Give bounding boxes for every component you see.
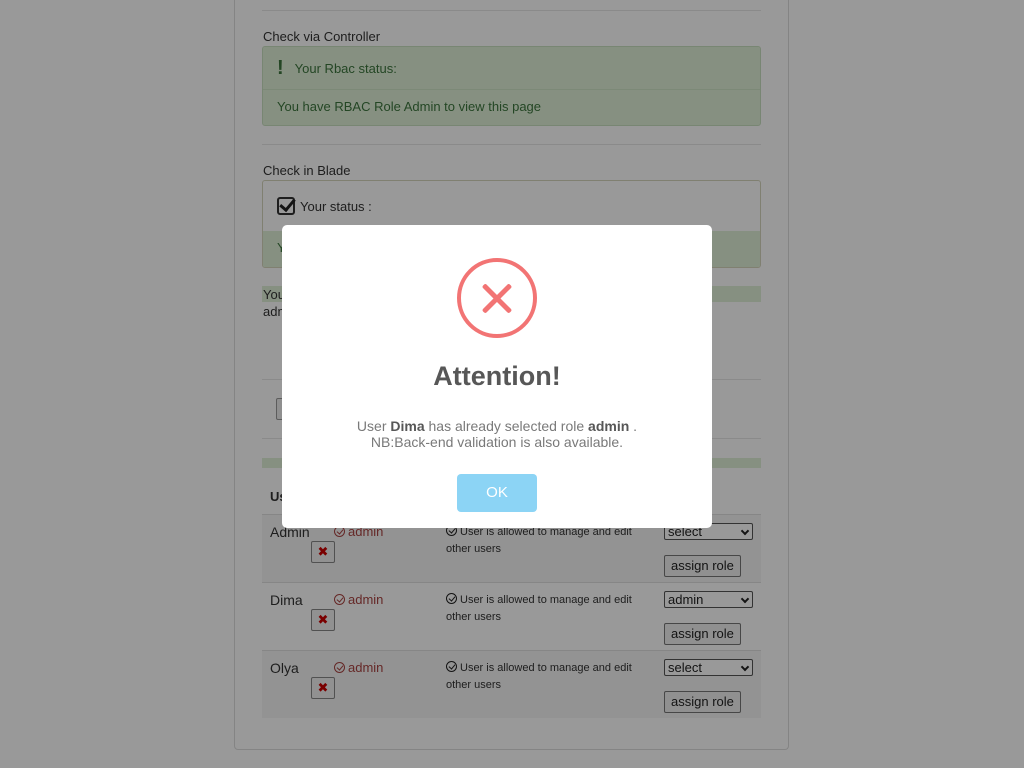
modal-message-middle: has already selected role — [424, 418, 589, 434]
modal-user-name: Dima — [390, 418, 425, 434]
error-x-icon — [457, 258, 537, 338]
modal-title: Attention! — [433, 361, 561, 391]
modal-message-prefix: User — [356, 418, 391, 434]
ok-button[interactable]: OK — [457, 474, 537, 512]
modal-message-suffix: . — [629, 418, 638, 434]
modal-message-note: NB:Back-end validation is also available… — [370, 434, 624, 450]
modal-role-name: admin — [588, 418, 630, 434]
modal-message: User Dima has already selected role admi… — [282, 418, 712, 450]
alert-modal: Attention! User Dima has already selecte… — [282, 225, 712, 528]
